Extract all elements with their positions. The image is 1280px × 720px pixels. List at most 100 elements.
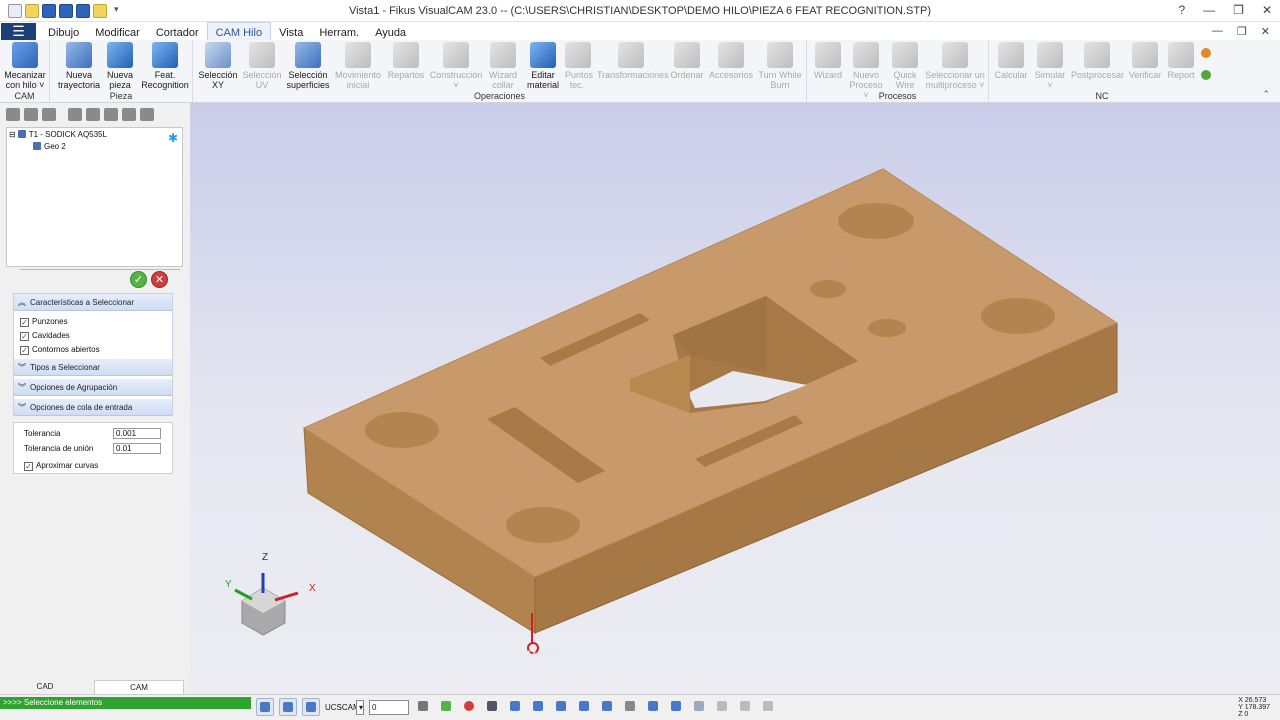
- ok-button[interactable]: ✓: [130, 271, 147, 288]
- checkbox-checked-icon[interactable]: ✓: [20, 332, 29, 341]
- mdi-minimize-button[interactable]: —: [1212, 25, 1223, 38]
- x-axis-label: X: [309, 583, 316, 594]
- quick-wire-button[interactable]: Quick Wire: [889, 42, 921, 90]
- rotate-icon[interactable]: [575, 698, 593, 716]
- puntos-tec-button[interactable]: Puntos tec.: [565, 42, 593, 90]
- tab-cam[interactable]: CAM: [94, 680, 184, 694]
- seleccionar-multiproceso-button[interactable]: Seleccionar un multiproceso ˅: [923, 42, 987, 90]
- title-bar: ▾ Vista1 - Fikus VisualCAM 23.0 -- (C:\U…: [0, 0, 1280, 22]
- checkbox-checked-icon[interactable]: ✓: [20, 346, 29, 355]
- simular-button[interactable]: Simular ˅: [1033, 42, 1067, 90]
- calcular-button[interactable]: Calcular: [993, 42, 1029, 80]
- menu-dibujo[interactable]: Dibujo: [40, 25, 87, 41]
- add-node-icon[interactable]: [68, 108, 82, 121]
- postprocesar-button[interactable]: Postprocesar: [1071, 42, 1124, 80]
- select-curves-icon[interactable]: [256, 698, 274, 716]
- stock-icon[interactable]: [42, 108, 56, 121]
- transformaciones-button[interactable]: Transformaciones: [597, 42, 669, 80]
- nueva-trayectoria-button[interactable]: Nueva trayectoria: [56, 42, 102, 90]
- view-cube-icon[interactable]: [644, 698, 662, 716]
- check-punzones[interactable]: ✓ Punzones: [20, 317, 68, 327]
- delete-icon[interactable]: [122, 108, 136, 121]
- menu-modificar[interactable]: Modificar: [87, 25, 148, 41]
- 3d-viewport[interactable]: Z X Y Modelo: [190, 103, 1280, 694]
- cancel-button[interactable]: ✕: [151, 271, 168, 288]
- section-tipos[interactable]: ︾ Tipos a Seleccionar: [14, 359, 172, 376]
- snap-icon[interactable]: [713, 698, 731, 716]
- delete-all-icon[interactable]: [140, 108, 154, 121]
- seleccion-xy-button[interactable]: Selección XY: [197, 42, 239, 90]
- tree-node-machine[interactable]: ⊟ T1 - SODICK AQ535L: [9, 130, 107, 139]
- help-icon[interactable]: ?: [1178, 3, 1185, 17]
- mdi-restore-button[interactable]: ❐: [1237, 25, 1247, 38]
- pen-icon[interactable]: [759, 698, 777, 716]
- report-button[interactable]: Report: [1165, 42, 1197, 80]
- select-solids-icon[interactable]: [302, 698, 320, 716]
- filter-icon[interactable]: [104, 108, 118, 121]
- menu-cortador[interactable]: Cortador: [148, 25, 207, 41]
- check-cavidades[interactable]: ✓ Cavidades: [20, 331, 70, 341]
- check-aproximar-curvas[interactable]: ✓ Aproximar curvas: [24, 461, 98, 471]
- check-contornos-abiertos[interactable]: ✓ Contornos abiertos: [20, 345, 100, 355]
- checkbox-checked-icon[interactable]: ✓: [20, 318, 29, 327]
- star-icon[interactable]: ✱: [168, 131, 178, 145]
- tab-cad[interactable]: CAD: [0, 680, 90, 694]
- light-icon[interactable]: [690, 698, 708, 716]
- zoom-icon[interactable]: [506, 698, 524, 716]
- accesorios-button[interactable]: Accesorios: [709, 42, 753, 80]
- close-button[interactable]: ✕: [1262, 3, 1272, 17]
- application-menu-button[interactable]: ☰: [1, 23, 36, 40]
- seleccion-uv-button[interactable]: Selección UV: [241, 42, 283, 90]
- construccion-button[interactable]: Construcción ˅: [429, 42, 483, 90]
- restore-button[interactable]: ❐: [1233, 3, 1244, 17]
- seleccion-superficies-button[interactable]: Selección superficies: [285, 42, 331, 90]
- layers-icon[interactable]: [86, 108, 100, 121]
- axes-icon[interactable]: [621, 698, 639, 716]
- verificar-button[interactable]: Verificar: [1127, 42, 1163, 80]
- ribbon-group-pieza: Nueva trayectoria Nueva pieza Feat. Reco…: [50, 40, 193, 102]
- splitter[interactable]: [20, 269, 180, 270]
- tree-expand-icon[interactable]: ⊟: [9, 130, 16, 139]
- mdi-close-button[interactable]: ✕: [1261, 25, 1270, 38]
- zoom-window-icon[interactable]: [529, 698, 547, 716]
- check-icon[interactable]: [437, 698, 455, 716]
- turn-while-burn-button[interactable]: Turn While Burn: [757, 42, 803, 90]
- repartos-button[interactable]: Repartos: [385, 42, 427, 80]
- machine-icon[interactable]: [6, 108, 20, 121]
- stop-icon[interactable]: [460, 698, 478, 716]
- menu-vista[interactable]: Vista: [271, 25, 311, 41]
- wizard-button[interactable]: Wizard: [811, 42, 845, 80]
- x-axis: [274, 591, 299, 602]
- menu-cam-hilo[interactable]: CAM Hilo: [206, 22, 272, 41]
- ordenar-button[interactable]: Ordenar: [669, 42, 705, 80]
- tool-icon[interactable]: [24, 108, 38, 121]
- user-icon[interactable]: [1201, 48, 1211, 58]
- minimize-button[interactable]: —: [1203, 3, 1215, 17]
- menu-ayuda[interactable]: Ayuda: [367, 25, 414, 41]
- section-cola-entrada[interactable]: ︾ Opciones de cola de entrada: [14, 399, 172, 416]
- ribbon-collapse-icon[interactable]: ⌃: [1262, 89, 1270, 100]
- render-mode-icon[interactable]: [667, 698, 685, 716]
- keyboard-icon[interactable]: [414, 698, 432, 716]
- ucs-dropdown-icon[interactable]: ▾: [356, 699, 364, 715]
- ucs-value-field[interactable]: 0: [369, 699, 409, 715]
- section-caracteristicas[interactable]: ︽ Características a Seleccionar: [14, 294, 172, 311]
- feat-recognition-button[interactable]: Feat. Recognition: [140, 42, 190, 90]
- section-agrupacion[interactable]: ︾ Opciones de Agrupación: [14, 379, 172, 396]
- cursor-cancel-icon[interactable]: [483, 698, 501, 716]
- nueva-pieza-button[interactable]: Nueva pieza: [102, 42, 138, 90]
- mecanizar-con-hilo-button[interactable]: Mecanizar con hilo ˅: [2, 42, 48, 90]
- checkbox-checked-icon[interactable]: ✓: [24, 462, 33, 471]
- editar-material-button[interactable]: Editar material: [523, 42, 563, 90]
- lasso-icon[interactable]: [736, 698, 754, 716]
- tolerancia-input[interactable]: 0.001: [113, 428, 161, 439]
- zoom-extents-icon[interactable]: [552, 698, 570, 716]
- movimiento-inicial-button[interactable]: Movimiento inicial: [333, 42, 383, 90]
- tolerancia-union-input[interactable]: 0.01: [113, 443, 161, 454]
- settings-user-icon[interactable]: [1201, 70, 1211, 80]
- tree-node-geo[interactable]: Geo 2: [33, 142, 66, 151]
- pan-icon[interactable]: [598, 698, 616, 716]
- menu-herramientas[interactable]: Herram.: [311, 25, 367, 41]
- wizard-collar-button[interactable]: Wizard collar: [485, 42, 521, 90]
- select-surfaces-icon[interactable]: [279, 698, 297, 716]
